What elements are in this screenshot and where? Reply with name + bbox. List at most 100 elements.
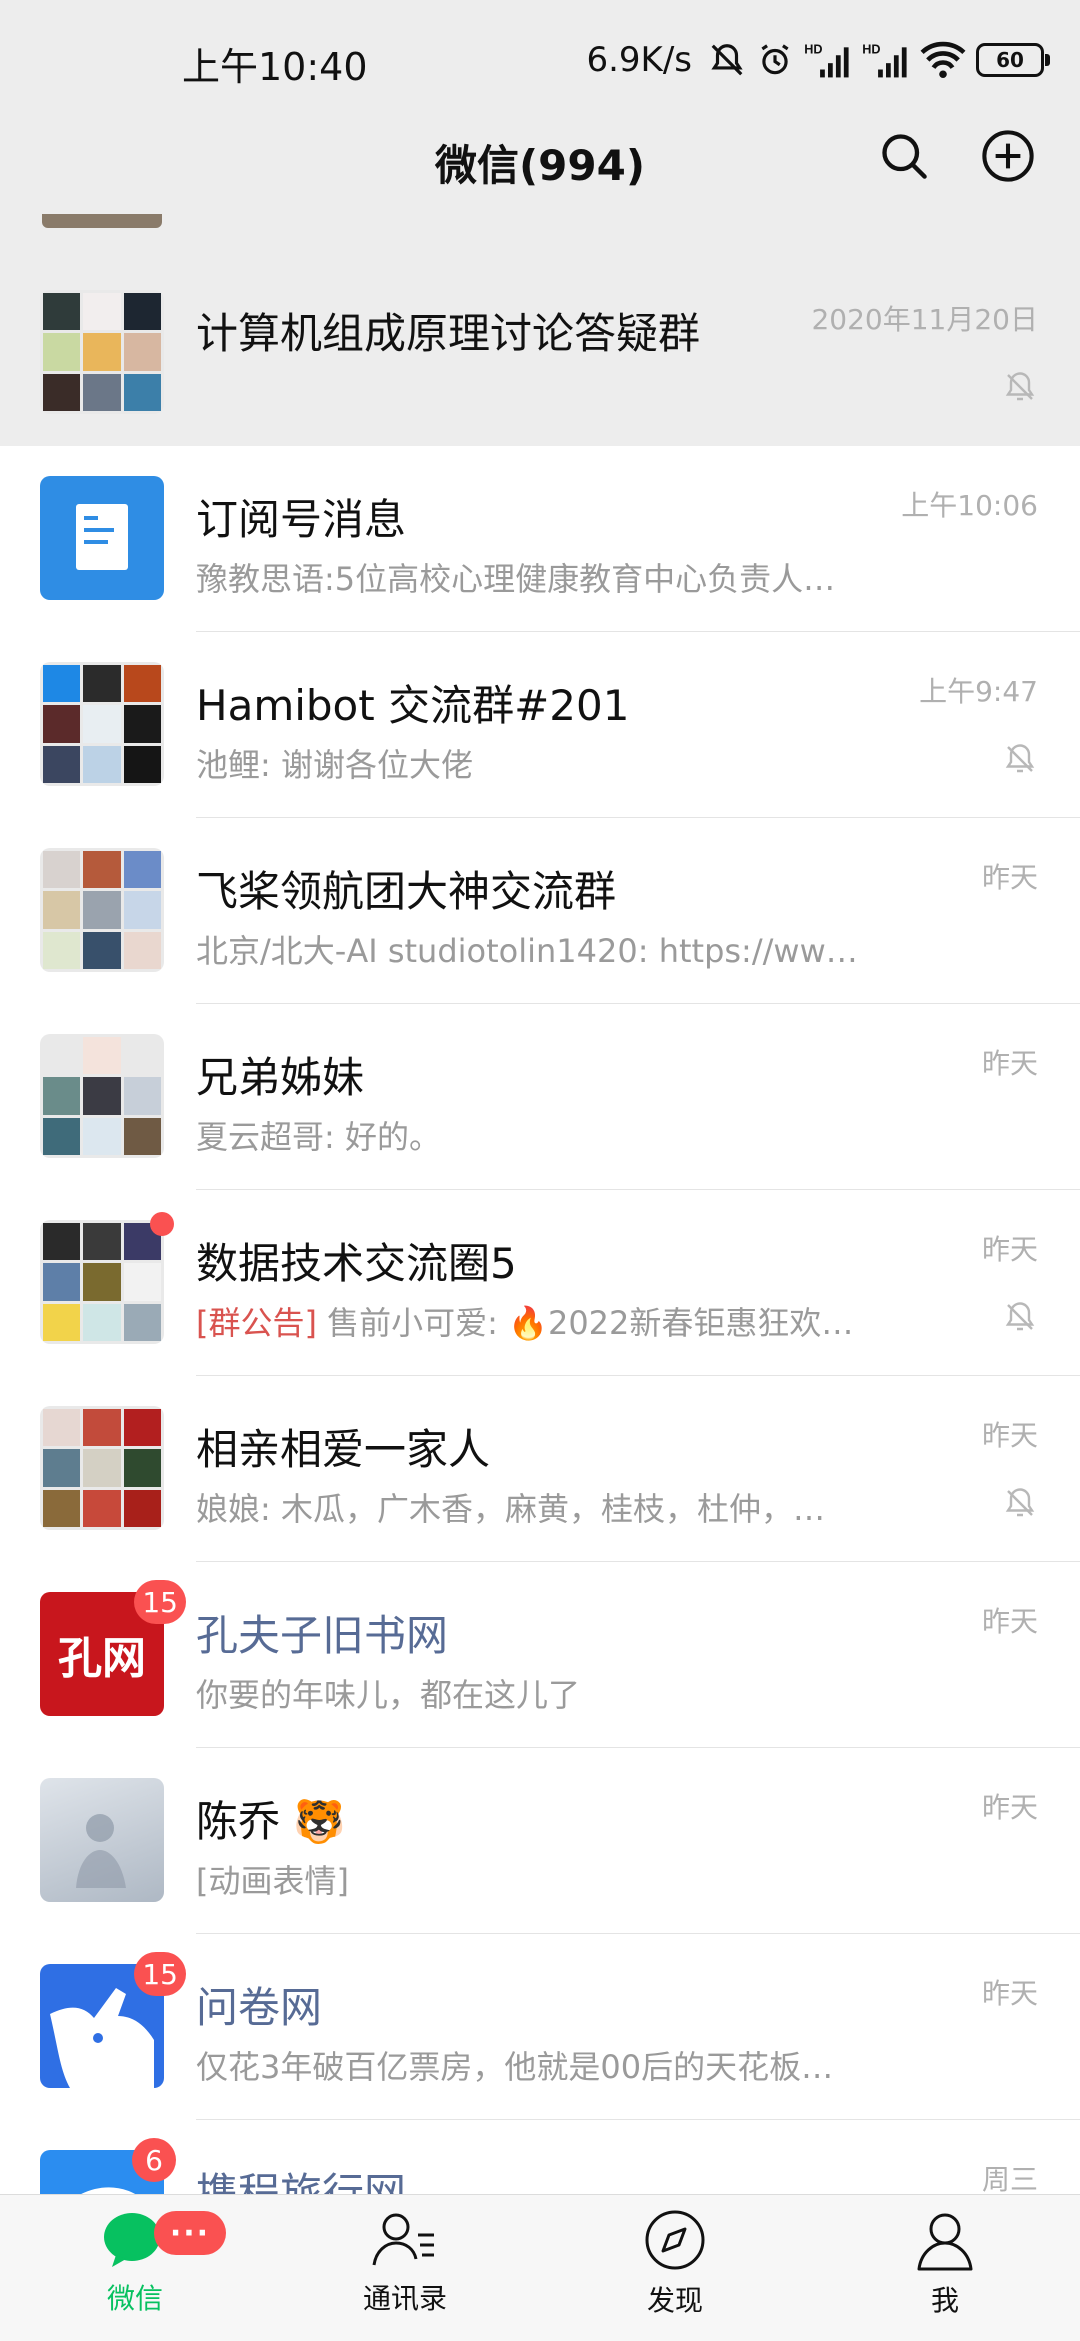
chat-time: 昨天 <box>981 861 1038 894</box>
add-button[interactable] <box>978 126 1038 186</box>
partial-avatar <box>42 214 162 228</box>
status-time: 上午10:40 <box>182 45 368 89</box>
chat-time: 昨天 <box>981 1047 1038 1080</box>
chat-row[interactable]: Hamibot 交流群#201 池鲤: 谢谢各位大佬 上午9:47 <box>0 632 1080 818</box>
chat-row[interactable]: 孔网 15 孔夫子旧书网 你要的年味儿，都在这儿了 昨天 <box>0 1562 1080 1748</box>
group-avatar <box>40 1406 164 1530</box>
tab-me[interactable]: 我 <box>810 2195 1080 2341</box>
status-icons: 6.9K/s HD HD 60 <box>586 34 1050 86</box>
tab-label: 微信 <box>106 2282 163 2315</box>
logo-text: 孔网 <box>58 1633 146 1684</box>
chat-time: 周三 <box>981 2163 1038 2194</box>
contacts-icon <box>372 2213 434 2266</box>
group-avatar <box>40 848 164 972</box>
chat-name: 数据技术交流圈5 <box>196 1239 517 1288</box>
person-silhouette-icon <box>76 1814 126 1888</box>
mute-bell-icon <box>1005 1488 1035 1517</box>
chat-time: 昨天 <box>981 1791 1038 1824</box>
chat-name: 飞桨领航团大神交流群 <box>196 867 617 916</box>
chat-preview: 夏云超哥: 好的。 <box>196 1118 441 1156</box>
tab-label: 我 <box>930 2284 959 2317</box>
add-circle-icon <box>982 130 1034 182</box>
avatar-wrapper: 6 <box>40 2138 176 2194</box>
svg-text:HD: HD <box>862 43 880 57</box>
unread-badge: 6 <box>132 2138 176 2182</box>
compass-icon <box>645 2210 705 2270</box>
chat-name: 计算机组成原理讨论答疑群 <box>196 309 701 358</box>
chat-row[interactable]: 数据技术交流圈5 [群公告] 售前小可爱: 🔥2022新春钜惠狂欢… 昨天 <box>0 1190 1080 1376</box>
chat-preview: 池鲤: 谢谢各位大佬 <box>196 746 473 784</box>
unread-dot <box>150 1212 174 1236</box>
chat-row[interactable]: 15 问卷网 仅花3年破百亿票房，他就是00后的天花板… 昨天 <box>0 1934 1080 2120</box>
mute-bell-icon <box>1005 372 1035 401</box>
search-button[interactable] <box>874 126 934 186</box>
tab-label: 发现 <box>646 2284 703 2317</box>
announcement-tag: [群公告] <box>196 1304 317 1342</box>
group-avatar <box>40 290 164 414</box>
signal-hd-1-icon: HD <box>804 41 852 79</box>
chat-time: 上午9:47 <box>919 675 1038 708</box>
chat-time: 昨天 <box>981 1605 1038 1638</box>
chat-preview-text: 售前小可爱: 🔥2022新春钜惠狂欢… <box>316 1304 854 1342</box>
title-bar: 微信(994) <box>0 122 1080 214</box>
chat-time: 昨天 <box>981 1233 1038 1266</box>
unread-badge: 15 <box>134 1952 186 1996</box>
group-avatar <box>40 1034 164 1158</box>
signal-hd-2-icon: HD <box>862 41 910 79</box>
chat-name: 相亲相爱一家人 <box>196 1425 491 1474</box>
chat-preview: 仅花3年破百亿票房，他就是00后的天花板… <box>196 2048 834 2086</box>
person-icon <box>917 2213 973 2271</box>
tab-contacts[interactable]: 通讯录 <box>270 2195 540 2341</box>
unread-badge: 15 <box>134 1580 186 1624</box>
contact-avatar <box>40 1778 164 1902</box>
chat-list[interactable]: 计算机组成原理讨论答疑群 2020年11月20日 订阅号消息 豫教思语:5位高校… <box>0 214 1080 2194</box>
chat-time: 2020年11月20日 <box>811 303 1038 336</box>
subscription-avatar <box>40 476 164 600</box>
chat-row[interactable]: 计算机组成原理讨论答疑群 2020年11月20日 <box>0 260 1080 446</box>
chat-preview: 娘娘: 木瓜，广木香，麻黄，桂枝，杜仲，… <box>196 1490 825 1528</box>
bottom-tab-bar: ··· 微信 通讯录 发现 我 <box>0 2194 1080 2341</box>
status-bar: 上午10:40 6.9K/s HD HD 60 <box>0 0 1080 122</box>
chat-name: 孔夫子旧书网 <box>196 1611 449 1660</box>
chat-row[interactable]: 陈乔 🐯 [动画表情] 昨天 <box>0 1748 1080 1934</box>
battery-indicator: 60 <box>976 43 1050 77</box>
tab-discover[interactable]: 发现 <box>540 2195 810 2341</box>
wifi-icon <box>920 41 966 79</box>
chat-preview: 你要的年味儿，都在这儿了 <box>196 1676 581 1714</box>
chat-name: 订阅号消息 <box>196 495 407 544</box>
chat-row[interactable]: 6 携程旅行网 周三 <box>0 2120 1080 2194</box>
chat-preview: [群公告] 售前小可爱: 🔥2022新春钜惠狂欢… <box>196 1298 876 1344</box>
chat-row[interactable]: 相亲相爱一家人 娘娘: 木瓜，广木香，麻黄，桂枝，杜仲，… 昨天 <box>0 1376 1080 1562</box>
alarm-icon <box>756 41 794 79</box>
chat-row[interactable]: 订阅号消息 豫教思语:5位高校心理健康教育中心负责人… 上午10:06 <box>0 446 1080 632</box>
partial-chat-row[interactable] <box>0 214 1080 260</box>
tab-label: 通讯录 <box>362 2282 447 2315</box>
chat-preview: [动画表情] <box>196 1862 349 1900</box>
chat-time: 上午10:06 <box>901 489 1038 522</box>
chat-row[interactable]: 飞桨领航团大神交流群 北京/北大-AI studiotolin1420: htt… <box>0 818 1080 1004</box>
silent-bell-icon <box>708 41 746 79</box>
chat-preview: 北京/北大-AI studiotolin1420: https://ww… <box>196 932 858 970</box>
group-avatar <box>40 662 164 786</box>
unread-dots-badge: ··· <box>154 2211 226 2255</box>
chat-preview: 豫教思语:5位高校心理健康教育中心负责人… <box>196 560 836 598</box>
document-icon <box>76 504 128 570</box>
chat-name: 携程旅行网 <box>196 2169 407 2194</box>
chat-name: 兄弟姊妹 <box>196 1053 365 1102</box>
group-avatar <box>40 1220 164 1344</box>
chat-time: 昨天 <box>981 1419 1038 1452</box>
chat-name: 问卷网 <box>196 1983 323 2032</box>
mute-bell-icon <box>1005 1302 1035 1331</box>
svg-text:HD: HD <box>804 43 822 57</box>
tab-chats[interactable]: ··· 微信 <box>0 2195 270 2341</box>
chat-row[interactable]: 兄弟姊妹 夏云超哥: 好的。 昨天 <box>0 1004 1080 1190</box>
chat-name: Hamibot 交流群#201 <box>196 681 630 730</box>
avatar-wrapper: 15 <box>40 1952 186 2088</box>
avatar-wrapper: 孔网 15 <box>40 1580 186 1716</box>
mute-bell-icon <box>1005 744 1035 773</box>
chat-name: 陈乔 🐯 <box>196 1797 346 1846</box>
search-icon <box>882 134 927 179</box>
network-speed: 6.9K/s <box>586 40 692 80</box>
avatar-wrapper <box>40 1212 174 1344</box>
chat-time: 昨天 <box>981 1977 1038 2010</box>
